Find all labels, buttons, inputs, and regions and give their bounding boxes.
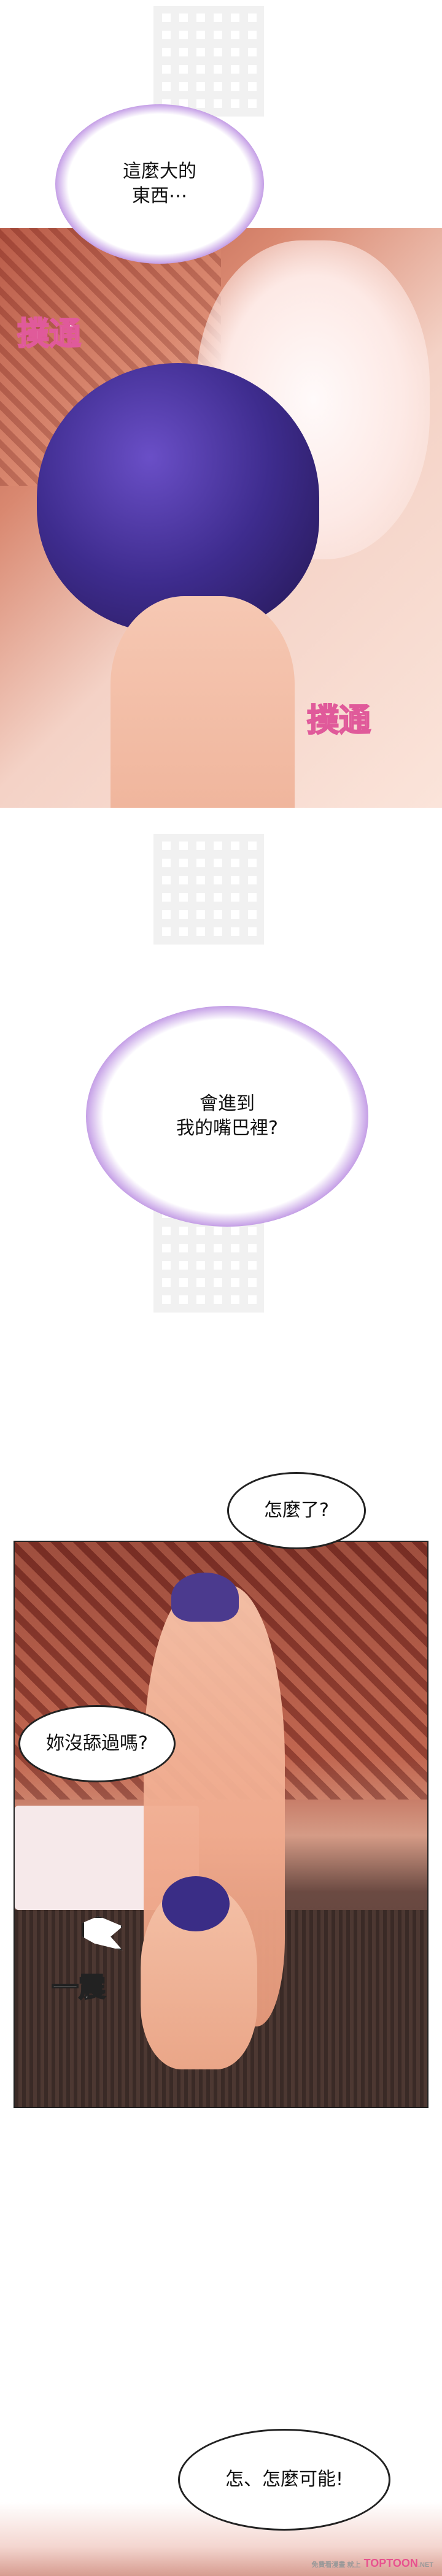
standing-figure-hair (171, 1573, 239, 1622)
speech-bubble-top-text: 怎麼了? (264, 1499, 329, 1521)
watermark-right: 撲通 (306, 701, 371, 740)
character-head (37, 363, 319, 633)
thought-bubble-1-inner: 這麼大的 東西⋯ (82, 131, 237, 237)
thought-bubble-2-inner: 會進到 我的嘴巴裡? (122, 1043, 332, 1189)
qr-watermark (153, 6, 264, 117)
thought-bubble-1: 這麼大的 東西⋯ (55, 104, 264, 264)
sfx-text: 一震 (51, 1971, 106, 2004)
speech-bubble-top: 怎麼了? (227, 1472, 366, 1549)
brand-logo: 免費看漫畫 就上 TOPTOON.NET (312, 2557, 434, 2570)
brand-suffix: .NET (417, 2561, 433, 2569)
qr-watermark (153, 834, 264, 945)
speech-bubble-left: 妳沒舔過嗎? (18, 1705, 176, 1782)
kneeling-figure-hair (162, 1876, 230, 1931)
panel-3: 一震 (14, 1541, 428, 2108)
speech-bubble-left-text: 妳沒舔過嗎? (46, 1732, 148, 1754)
watermark-left: 撲通 (17, 315, 82, 353)
thought-bubble-2: 會進到 我的嘴巴裡? (86, 1006, 368, 1227)
thought-bubble-1-text: 這麼大的 東西⋯ (123, 160, 196, 207)
thought-bubble-2-text: 會進到 我的嘴巴裡? (176, 1092, 278, 1140)
brand-name: TOPTOON (363, 2557, 418, 2569)
character-neck (110, 596, 295, 808)
brand-prefix: 免費看漫畫 就上 (311, 2561, 361, 2569)
speech-bubble-bottom: 怎、怎麼可能! (178, 2429, 390, 2531)
speech-bubble-bottom-text: 怎、怎麼可能! (225, 2468, 344, 2490)
panel-1: 撲通 撲通 (0, 228, 442, 808)
